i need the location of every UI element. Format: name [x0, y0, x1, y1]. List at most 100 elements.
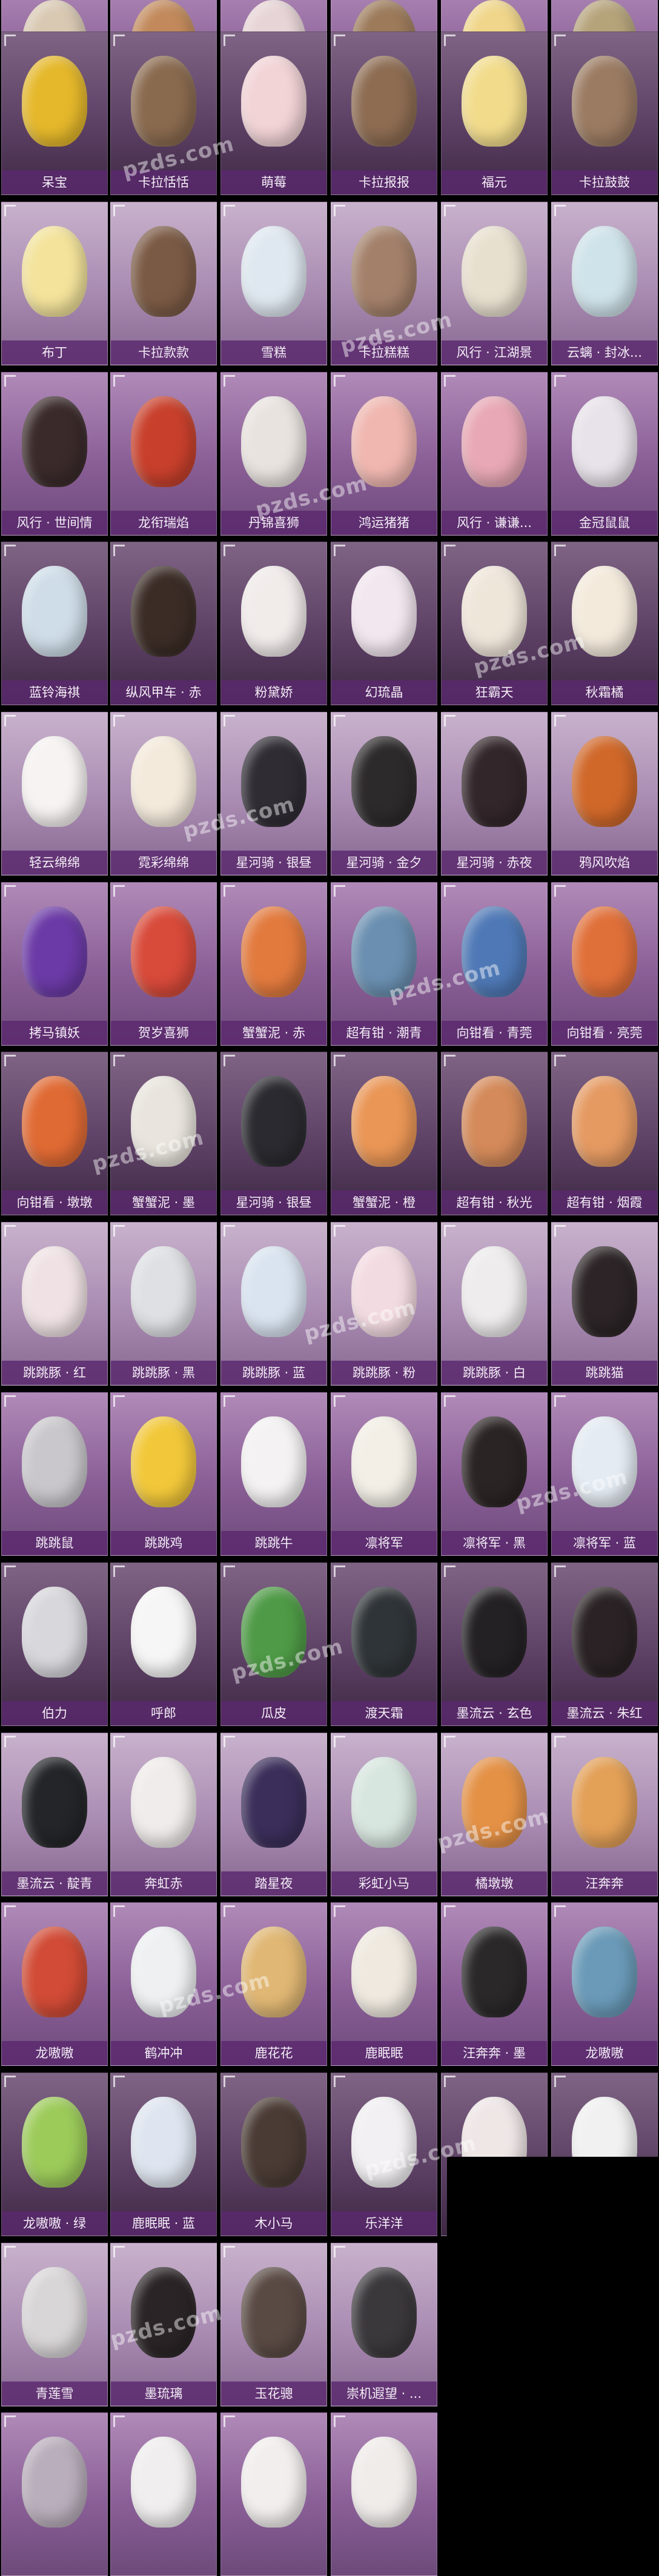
skin-card[interactable]: 鹿花花	[220, 1902, 327, 2066]
skin-card[interactable]	[1, 2412, 108, 2576]
skin-card[interactable]: 奔虹赤	[110, 1733, 217, 1896]
skin-card[interactable]: 鸦风吹焰	[551, 712, 658, 875]
skin-card[interactable]: 墨流云 · 玄色	[441, 1562, 548, 1726]
skin-card[interactable]: 风行 · 谦谦...	[441, 372, 548, 536]
skin-card[interactable]: 贺岁喜狮	[110, 882, 217, 1046]
skin-card[interactable]: 丹锦喜狮	[220, 372, 327, 536]
skin-card[interactable]: 跳跳牛	[220, 1392, 327, 1556]
skin-art	[2, 1393, 107, 1531]
skin-figure	[572, 1075, 637, 1167]
skin-card[interactable]: 向钳看 · 墩墩	[1, 1052, 108, 1215]
skin-card[interactable]: 风行 · 世间情	[1, 372, 108, 536]
skin-card[interactable]: 龙嗷嗷	[551, 1902, 658, 2066]
skin-card[interactable]: 崇机遐望 · ...	[331, 2243, 437, 2406]
skin-card[interactable]: 呆宝	[1, 32, 108, 195]
skin-card[interactable]: 金冠鼠鼠	[551, 372, 658, 536]
skin-name: 风行 · 谦谦...	[442, 511, 547, 535]
skin-card[interactable]: 蟹蟹泥 · 赤	[220, 882, 327, 1046]
skin-card[interactable]: 凛将军 · 黑	[441, 1392, 548, 1556]
skin-card[interactable]: 瓜皮	[220, 1562, 327, 1726]
skin-card[interactable]: 萌莓	[220, 32, 327, 195]
skin-card[interactable]: 粉黛娇	[220, 542, 327, 705]
skin-name: 金冠鼠鼠	[552, 511, 657, 535]
skin-card[interactable]: 蟹蟹泥 · 橙	[331, 1052, 437, 1215]
skin-card[interactable]	[110, 2412, 217, 2576]
skin-figure	[241, 2096, 306, 2188]
skin-card[interactable]: 汪奔奔 · 墨	[441, 1902, 548, 2066]
skin-card[interactable]: 玉花骢	[220, 2243, 327, 2406]
skin-card[interactable]: 秋霜橘	[551, 542, 658, 705]
skin-card[interactable]: 鹿眠眠 · 蓝	[110, 2073, 217, 2236]
skin-card[interactable]: 龙衔瑞焰	[110, 372, 217, 536]
skin-card[interactable]: 跳跳豚 · 黑	[110, 1222, 217, 1386]
skin-art	[552, 1393, 657, 1531]
skin-card[interactable]: 龙嗷嗷 · 绿	[1, 2073, 108, 2236]
skin-card[interactable]: 星河骑 · 金夕	[331, 712, 437, 875]
skin-card[interactable]: 凛将军 · 蓝	[551, 1392, 658, 1556]
skin-card[interactable]	[331, 2412, 437, 2576]
skin-card[interactable]: 跳跳豚 · 粉	[331, 1222, 437, 1386]
skin-art	[552, 32, 657, 170]
skin-card[interactable]: 龙嗷嗷	[1, 1902, 108, 2066]
skin-card[interactable]: 青莲雪	[1, 2243, 108, 2406]
skin-card[interactable]: 星河骑 · 银昼	[220, 712, 327, 875]
skin-card[interactable]: 跳跳豚 · 红	[1, 1222, 108, 1386]
skin-card[interactable]: 跳跳鸡	[110, 1392, 217, 1556]
skin-card[interactable]: 鸿运猪猪	[331, 372, 437, 536]
skin-card[interactable]: 卡拉报报	[331, 32, 437, 195]
skin-card[interactable]: 幻琉晶	[331, 542, 437, 705]
skin-card[interactable]: 汪奔奔	[551, 1733, 658, 1896]
skin-name: 崇机遐望 · ...	[331, 2382, 437, 2406]
skin-art	[2, 1733, 107, 1871]
skin-card[interactable]: 雪糕	[220, 202, 327, 365]
skin-card[interactable]: 木小马	[220, 2073, 327, 2236]
skin-card[interactable]: 超有钳 · 潮青	[331, 882, 437, 1046]
skin-card[interactable]: 凛将军	[331, 1392, 437, 1556]
skin-card[interactable]: 墨流云 · 朱红	[551, 1562, 658, 1726]
skin-card[interactable]: 橘墩墩	[441, 1733, 548, 1896]
skin-card[interactable]: 向钳看 · 青莞	[441, 882, 548, 1046]
skin-card[interactable]: 星河骑 · 银昼	[220, 1052, 327, 1215]
skin-card[interactable]: 跳跳猫	[551, 1222, 658, 1386]
skin-card[interactable]: 拷马镇妖	[1, 882, 108, 1046]
skin-card[interactable]: 卡拉款款	[110, 202, 217, 365]
skin-card[interactable]: 星河骑 · 赤夜	[441, 712, 548, 875]
skin-card[interactable]: 渡天霜	[331, 1562, 437, 1726]
skin-card[interactable]: 伯力	[1, 1562, 108, 1726]
skin-card[interactable]: 卡拉恬恬	[110, 32, 217, 195]
skin-card[interactable]: 呼郎	[110, 1562, 217, 1726]
skin-card[interactable]: 超有钳 · 秋光	[441, 1052, 548, 1215]
skin-card[interactable]: 布丁	[1, 202, 108, 365]
skin-card[interactable]: 彩虹小马	[331, 1733, 437, 1896]
skin-card[interactable]: 纵风甲车 · 赤	[110, 542, 217, 705]
skin-card[interactable]: 墨流云 · 靛青	[1, 1733, 108, 1896]
skin-name: 鸦风吹焰	[552, 851, 657, 875]
skin-card[interactable]: 跳跳豚 · 蓝	[220, 1222, 327, 1386]
skin-card[interactable]: 霓彩绵绵	[110, 712, 217, 875]
skin-art	[331, 373, 437, 511]
skin-card[interactable]: 鹿眠眠	[331, 1902, 437, 2066]
skin-card[interactable]	[220, 2412, 327, 2576]
skin-art	[552, 1903, 657, 2041]
skin-card[interactable]: 狂霸天	[441, 542, 548, 705]
skin-card[interactable]: 蟹蟹泥 · 墨	[110, 1052, 217, 1215]
skin-figure	[351, 1586, 417, 1678]
skin-card[interactable]: 云螭 · 封冰...	[551, 202, 658, 365]
skin-name: 鹿花花	[221, 2041, 326, 2065]
skin-figure	[131, 735, 196, 828]
skin-card[interactable]: 卡拉鼓鼓	[551, 32, 658, 195]
skin-card[interactable]: 墨琉璃	[110, 2243, 217, 2406]
skin-card[interactable]: 向钳看 · 亮莞	[551, 882, 658, 1046]
skin-card[interactable]: 鹤冲冲	[110, 1902, 217, 2066]
skin-card[interactable]: 风行 · 江湖景	[441, 202, 548, 365]
skin-card[interactable]: 乐洋洋	[331, 2073, 437, 2236]
skin-card[interactable]: 轻云绵绵	[1, 712, 108, 875]
skin-figure	[351, 1926, 417, 2018]
skin-card[interactable]: 踏星夜	[220, 1733, 327, 1896]
skin-card[interactable]: 卡拉糕糕	[331, 202, 437, 365]
skin-card[interactable]: 跳跳豚 · 白	[441, 1222, 548, 1386]
skin-card[interactable]: 福元	[441, 32, 548, 195]
skin-card[interactable]: 超有钳 · 烟霞	[551, 1052, 658, 1215]
skin-card[interactable]: 蓝铃海祺	[1, 542, 108, 705]
skin-card[interactable]: 跳跳鼠	[1, 1392, 108, 1556]
